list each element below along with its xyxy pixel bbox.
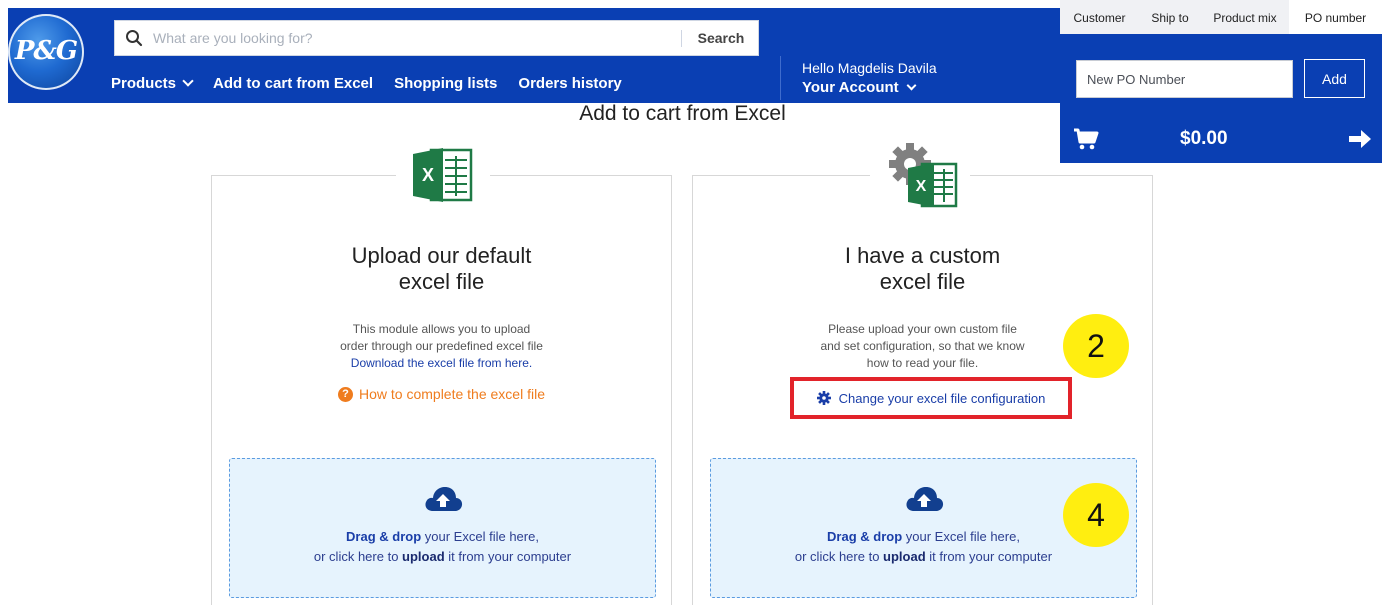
default-excel-card: X Upload our default excel file This mod… — [211, 148, 672, 605]
cloud-upload-icon — [906, 487, 944, 511]
header: P&G Search Products Add to cart from Exc… — [0, 0, 1062, 103]
cloud-upload-icon — [425, 487, 463, 511]
how-to-complete-link[interactable]: ? How to complete the excel file — [212, 386, 671, 402]
nav-products[interactable]: Products — [111, 72, 194, 94]
cart-total: $0.00 — [1180, 128, 1228, 149]
default-card-desc-line2: order through our predefined excel file — [340, 339, 543, 353]
dropzone-line2b: it from your computer — [444, 549, 572, 564]
dropzone-drag-drop: Drag & drop — [346, 529, 422, 544]
config-highlight-box[interactable]: Change your excel file configuration — [790, 377, 1072, 419]
svg-text:X: X — [916, 178, 927, 195]
cart-summary-bar[interactable]: $0.00 — [1060, 115, 1382, 163]
account-label: Your Account — [802, 79, 899, 96]
how-to-complete-label: How to complete the excel file — [359, 386, 545, 402]
dropzone-line2a: or click here to — [313, 549, 403, 564]
excel-settings-icon: X — [889, 143, 958, 208]
brand-logo[interactable]: P&G — [8, 14, 84, 90]
po-number-input[interactable] — [1076, 60, 1293, 98]
svg-text:X: X — [422, 165, 434, 185]
dropzone-line1: your Excel file here, — [421, 529, 539, 544]
dropzone-line2b: it from your computer — [925, 549, 1053, 564]
tab-po-number[interactable]: PO number — [1289, 0, 1382, 34]
account-divider — [780, 56, 781, 100]
main-nav: Products Add to cart from Excel Shopping… — [111, 72, 643, 94]
nav-products-label: Products — [111, 74, 177, 92]
chevron-down-icon — [906, 80, 917, 91]
order-panel-tabs: Customer Ship to Product mix PO number — [1060, 0, 1382, 34]
dropzone-text: Drag & drop your Excel file here, or cli… — [230, 527, 655, 567]
account-greeting: Hello Magdelis Davila — [802, 60, 937, 76]
step-4-marker: 4 — [1063, 483, 1129, 547]
search-icon — [126, 30, 143, 47]
dropzone-drag-drop: Drag & drop — [827, 529, 903, 544]
cart-icon — [1074, 128, 1099, 150]
download-excel-link[interactable]: Download the excel file from here. — [212, 355, 671, 372]
search-button[interactable]: Search — [683, 21, 759, 55]
logo-text: P&G — [14, 36, 78, 66]
add-po-button[interactable]: Add — [1304, 59, 1365, 98]
gear-icon — [816, 391, 831, 405]
step-2-marker: 2 — [1063, 314, 1129, 378]
nav-shopping-lists[interactable]: Shopping lists — [394, 72, 497, 94]
search-divider — [681, 30, 682, 47]
tab-product-mix[interactable]: Product mix — [1201, 0, 1289, 34]
account-menu[interactable]: Your Account — [802, 79, 917, 96]
tab-ship-to[interactable]: Ship to — [1139, 0, 1201, 34]
help-icon: ? — [338, 386, 353, 402]
dropzone-upload: upload — [402, 549, 445, 564]
nav-orders-history[interactable]: Orders history — [518, 72, 621, 94]
page-root: P&G Search Products Add to cart from Exc… — [0, 0, 1382, 605]
default-file-dropzone[interactable]: Drag & drop your Excel file here, or cli… — [229, 458, 656, 598]
custom-card-title-line2: excel file — [879, 269, 966, 294]
chevron-down-icon — [182, 75, 194, 87]
arrow-right-icon[interactable] — [1348, 129, 1372, 149]
dropzone-upload: upload — [883, 549, 926, 564]
default-card-desc-line1: This module allows you to upload — [352, 322, 531, 336]
custom-card-title-line1: I have a custom — [844, 243, 1001, 268]
search-bar: Search — [114, 20, 759, 56]
excel-icon: X — [413, 148, 473, 202]
default-card-title-line1: Upload our default — [351, 243, 532, 268]
tab-customer[interactable]: Customer — [1060, 0, 1139, 34]
dropzone-line1: your Excel file here, — [902, 529, 1020, 544]
change-config-label: Change your excel file configuration — [838, 390, 1046, 406]
nav-add-to-cart-excel[interactable]: Add to cart from Excel — [213, 72, 373, 94]
default-card-title-line2: excel file — [398, 269, 485, 294]
dropzone-line2a: or click here to — [794, 549, 884, 564]
page-title: Add to cart from Excel — [579, 102, 786, 125]
search-input[interactable] — [153, 21, 683, 55]
change-config-link[interactable]: Change your excel file configuration — [816, 390, 1046, 406]
